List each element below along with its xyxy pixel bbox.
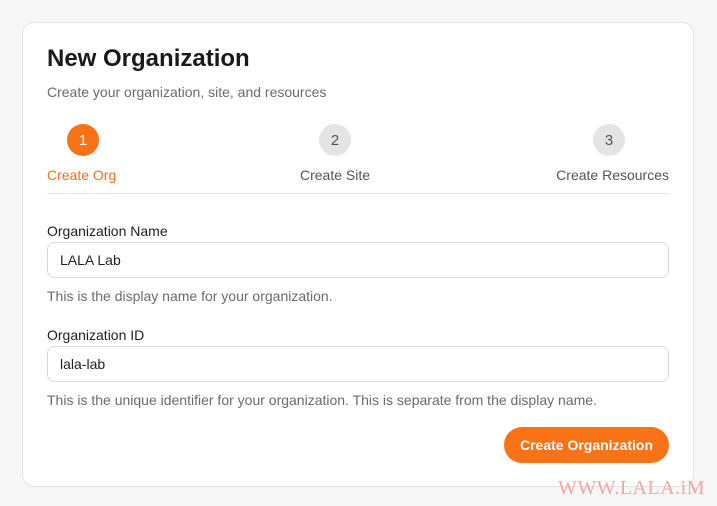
step-create-site: 2 Create Site [283,124,387,183]
org-name-input[interactable] [47,242,669,278]
org-name-help: This is the display name for your organi… [47,288,333,304]
step-create-org: 1 Create Org [47,124,116,183]
org-id-label: Organization ID [47,327,145,343]
step-label: Create Site [299,167,371,183]
page-title: New Organization [47,45,250,72]
page-subtitle: Create your organization, site, and reso… [47,84,327,100]
org-id-input[interactable] [47,346,669,382]
step-number-circle: 3 [593,124,625,156]
create-organization-button[interactable]: Create Organization [503,427,669,463]
org-name-label: Organization Name [47,223,168,239]
steps-divider [47,193,669,194]
step-number-circle: 1 [67,124,99,156]
step-number-circle: 2 [319,124,351,156]
step-label: Create Resources [556,167,669,183]
watermark: WWW.LALA.iM [558,477,705,499]
step-label: Create Org [47,167,117,183]
step-create-resources: 3 Create Resources [556,124,669,183]
org-id-help: This is the unique identifier for your o… [47,392,597,408]
new-organization-card: New Organization Create your organizatio… [22,22,694,487]
